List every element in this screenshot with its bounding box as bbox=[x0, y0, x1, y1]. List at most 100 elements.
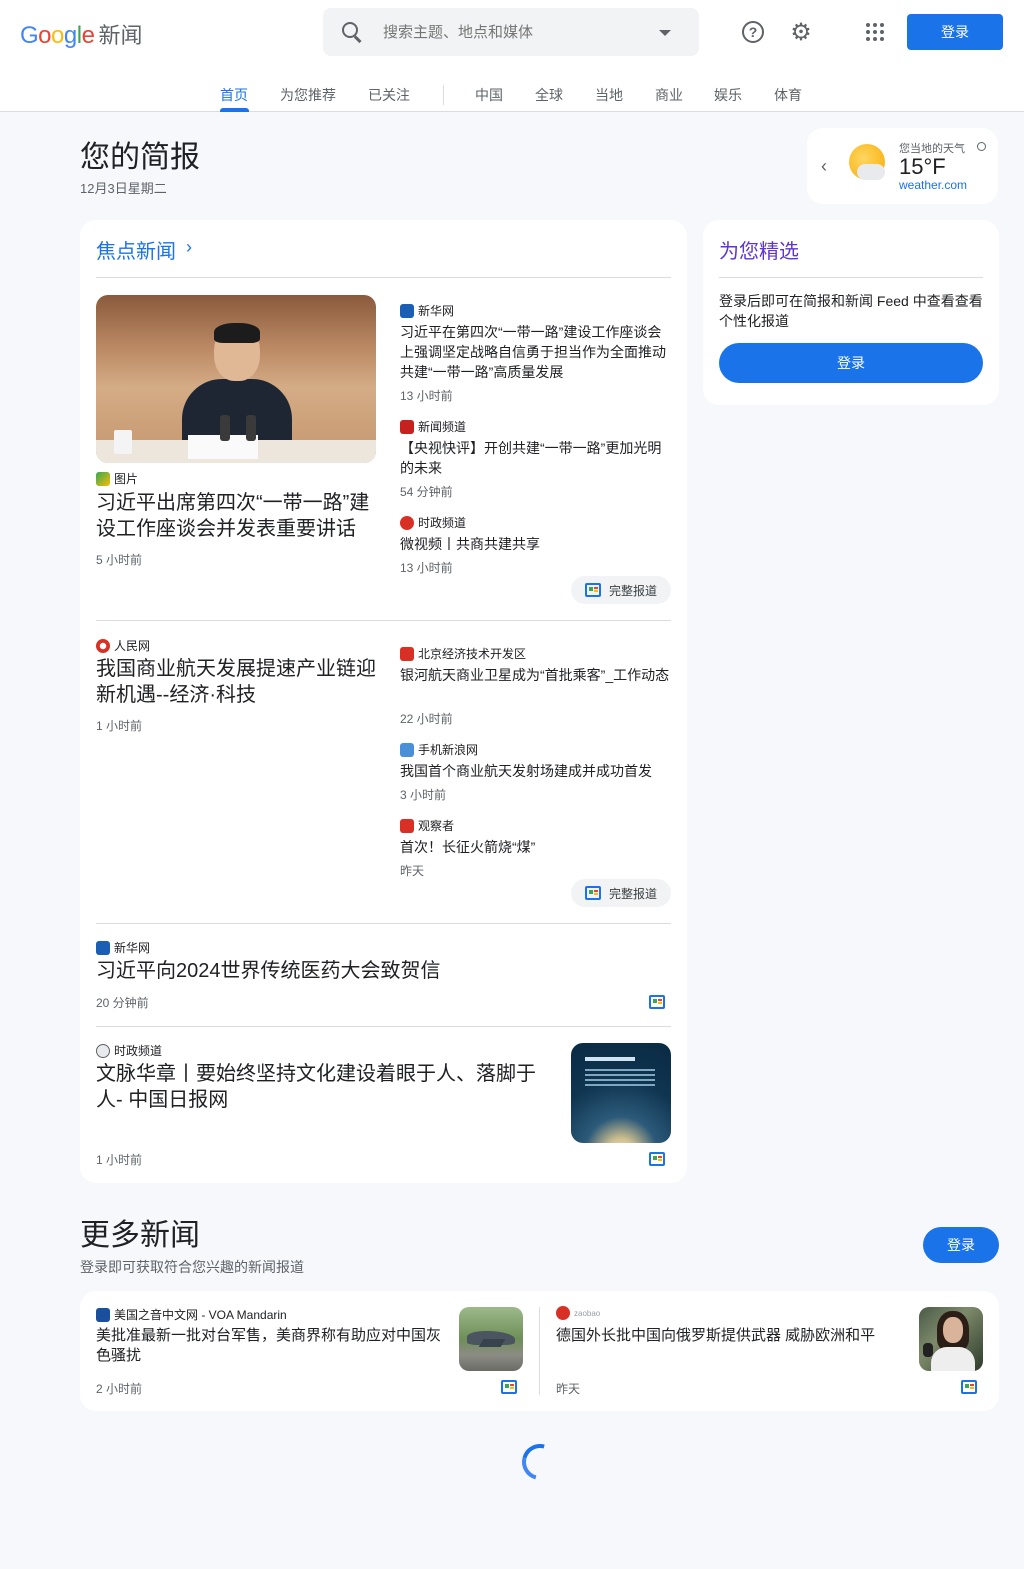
source-logo-icon bbox=[400, 419, 414, 434]
full-coverage-icon[interactable] bbox=[961, 1380, 977, 1394]
story-source: 时政频道 bbox=[96, 1042, 162, 1059]
tab-for-you[interactable]: 为您推荐 bbox=[280, 85, 336, 105]
tab-home[interactable]: 首页 bbox=[220, 85, 248, 105]
tab-following[interactable]: 已关注 bbox=[368, 85, 410, 105]
story-source: 图片 bbox=[96, 470, 138, 487]
logo-letter: G bbox=[20, 22, 39, 49]
story-headline[interactable]: 习近平向2024世界传统医药大会致贺信 bbox=[96, 958, 566, 984]
story-headline[interactable]: 我国商业航天发展提速产业链迎新机遇--经济·科技 bbox=[96, 656, 381, 708]
story-headline[interactable]: 习近平在第四次“一带一路”建设工作座谈会上强调坚定战略自信勇于担当作为全面推动共… bbox=[400, 322, 671, 382]
tab-world[interactable]: 全球 bbox=[535, 85, 563, 105]
story-source: 手机新浪网 bbox=[400, 741, 478, 758]
more-news-sign-in-button[interactable]: 登录 bbox=[923, 1227, 999, 1263]
search-input[interactable] bbox=[383, 23, 653, 41]
source-name: 观察者 bbox=[418, 819, 455, 833]
source-logo-icon bbox=[400, 742, 414, 757]
story-image[interactable] bbox=[96, 295, 376, 463]
help-button[interactable]: ? bbox=[737, 16, 769, 48]
globe-icon bbox=[96, 1043, 110, 1058]
logo-letter: o bbox=[38, 22, 52, 49]
logo-letter: o bbox=[51, 22, 64, 49]
section-nav: 首页 为您推荐 已关注 中国 全球 当地 商业 娱乐 体育 bbox=[0, 76, 1024, 112]
google-apps-button[interactable] bbox=[859, 16, 891, 48]
search-icon[interactable] bbox=[341, 21, 363, 43]
tab-business[interactable]: 商业 bbox=[655, 85, 683, 105]
google-news-logo[interactable]: Google 新闻 bbox=[20, 18, 142, 50]
story-headline[interactable]: 我国首个商业航天发射场建成并成功首发 bbox=[400, 761, 671, 781]
story-headline[interactable]: 文脉华章丨要始终坚持文化建设着眼于人、落脚于人- 中国日报网 bbox=[96, 1061, 546, 1113]
source-name: zaobao bbox=[574, 1308, 601, 1318]
source-name: 时政频道 bbox=[418, 516, 467, 530]
picks-description: 登录后即可在简报和新闻 Feed 中查看查看个性化报道 bbox=[719, 293, 983, 329]
story-time: 1 小时前 bbox=[96, 719, 143, 733]
source-name: 北京经济技术开发区 bbox=[418, 647, 527, 661]
story-source: 时政频道 bbox=[400, 514, 466, 531]
story-source: 新华网 bbox=[400, 302, 454, 319]
search-box[interactable] bbox=[323, 8, 699, 56]
full-coverage-icon[interactable] bbox=[649, 995, 665, 1009]
story-headline[interactable]: 美批准最新一批对台军售，美商界称有助应对中国灰色骚扰 bbox=[96, 1326, 441, 1366]
story-time: 1 小时前 bbox=[96, 1153, 143, 1167]
cluster-divider bbox=[96, 620, 671, 621]
story-headline[interactable]: 银河航天商业卫星成为“首批乘客”_工作动态 bbox=[400, 665, 671, 685]
cloud-icon bbox=[857, 164, 885, 180]
story-headline[interactable]: 【央视快评】开创共建“一带一路”更加光明的未来 bbox=[400, 438, 671, 478]
story-source: 新闻频道 bbox=[400, 418, 466, 435]
story-time: 20 分钟前 bbox=[96, 996, 149, 1010]
story-headline[interactable]: 习近平出席第四次“一带一路”建设工作座谈会并发表重要讲话 bbox=[96, 490, 381, 542]
full-coverage-button[interactable]: 完整报道 bbox=[571, 576, 671, 604]
picks-title: 为您精选 bbox=[719, 241, 799, 263]
cluster-divider bbox=[96, 1026, 671, 1027]
full-coverage-icon[interactable] bbox=[649, 1152, 665, 1166]
story-time: 2 小时前 bbox=[96, 1382, 143, 1396]
top-app-bar: Google 新闻 ? ⚙ 登录 首页 为您推荐 已关注 中国 全球 当地 商业… bbox=[0, 0, 1024, 112]
app-name: 新闻 bbox=[98, 23, 143, 48]
story-time: 54 分钟前 bbox=[400, 485, 453, 499]
story-headline[interactable]: 首次！长征火箭烧“煤” bbox=[400, 837, 671, 857]
sign-in-button[interactable]: 登录 bbox=[907, 14, 1003, 50]
story-source: zaobao bbox=[556, 1306, 600, 1320]
logo-letter: e bbox=[81, 22, 95, 49]
source-name: 新华网 bbox=[114, 941, 151, 955]
full-coverage-icon bbox=[585, 886, 601, 900]
story-headline[interactable]: 微视频丨共商共建共享 bbox=[400, 534, 671, 554]
story-headline[interactable]: 德国外长批中国向俄罗斯提供武器 威胁欧洲和平 bbox=[556, 1326, 901, 1346]
chevron-left-icon[interactable]: ‹ bbox=[821, 156, 827, 177]
source-logo-icon bbox=[400, 515, 414, 530]
top-stories-title[interactable]: 焦点新闻 bbox=[96, 235, 176, 264]
tab-local[interactable]: 当地 bbox=[595, 85, 623, 105]
story-thumbnail[interactable] bbox=[919, 1307, 983, 1371]
source-name: 手机新浪网 bbox=[418, 743, 479, 757]
source-logo-icon bbox=[400, 818, 414, 833]
location-icon bbox=[977, 142, 986, 151]
tab-entertainment[interactable]: 娱乐 bbox=[714, 85, 742, 105]
tab-china[interactable]: 中国 bbox=[475, 85, 503, 105]
full-coverage-icon[interactable] bbox=[501, 1380, 517, 1394]
source-logo-icon bbox=[96, 1307, 110, 1322]
section-divider bbox=[719, 277, 983, 278]
source-logo-icon bbox=[556, 1306, 570, 1320]
chevron-down-icon[interactable] bbox=[659, 30, 671, 36]
column-divider bbox=[539, 1307, 540, 1395]
source-logo-icon bbox=[96, 638, 110, 653]
more-news-title: 更多新闻 bbox=[80, 1219, 200, 1252]
tab-sports[interactable]: 体育 bbox=[774, 85, 802, 105]
story-source: 人民网 bbox=[96, 637, 150, 654]
chevron-right-icon[interactable]: › bbox=[186, 237, 192, 258]
source-name: 人民网 bbox=[114, 639, 151, 653]
weather-widget[interactable]: ‹ 您当地的天气 15°F weather.com bbox=[807, 128, 998, 204]
story-source: 北京经济技术开发区 bbox=[400, 645, 526, 662]
source-logo-icon bbox=[96, 940, 110, 955]
story-time: 3 小时前 bbox=[400, 788, 447, 802]
story-time: 22 小时前 bbox=[400, 712, 453, 726]
picks-sign-in-button[interactable]: 登录 bbox=[719, 343, 983, 383]
story-thumbnail[interactable] bbox=[571, 1043, 671, 1143]
apps-grid-icon bbox=[866, 23, 884, 41]
story-time: 13 小时前 bbox=[400, 561, 453, 575]
full-coverage-button[interactable]: 完整报道 bbox=[571, 879, 671, 907]
nav-divider bbox=[443, 85, 444, 105]
full-coverage-label: 完整报道 bbox=[609, 886, 658, 901]
weather-source-link[interactable]: weather.com bbox=[899, 178, 967, 192]
settings-button[interactable]: ⚙ bbox=[785, 16, 817, 48]
story-thumbnail[interactable] bbox=[459, 1307, 523, 1371]
